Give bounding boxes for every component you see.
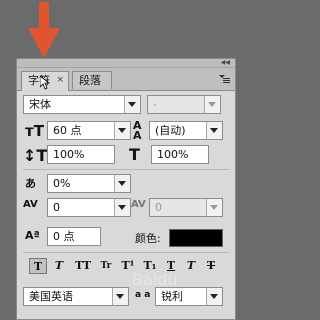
chevron-down-icon[interactable]	[206, 288, 222, 305]
horizontal-scale-icon: T	[129, 145, 140, 164]
tsume-value: 0%	[53, 177, 71, 190]
color-swatch[interactable]	[169, 229, 223, 247]
strikethrough-button[interactable]: T	[203, 258, 219, 274]
small-caps-button[interactable]: Tr	[97, 258, 115, 274]
chevron-down-icon[interactable]	[206, 199, 222, 216]
panel-menu-icon[interactable]	[218, 74, 230, 84]
tracking-select[interactable]: 0	[149, 198, 223, 217]
tab-paragraph[interactable]: 段落	[72, 71, 112, 89]
collapse-icon[interactable]: ◀◀	[221, 60, 230, 66]
all-caps-button[interactable]: TT	[73, 258, 93, 274]
chevron-down-icon[interactable]	[114, 122, 130, 139]
language-value: 美国英语	[29, 290, 73, 303]
tracking-value: 0	[155, 201, 162, 214]
character-panel: ◀◀ 字符 × 段落 宋体 - ᴛT 60 点 AA (自动) ↕T 100% …	[16, 58, 236, 320]
font-size-value: 60 点	[53, 124, 82, 137]
leading-icon: AA	[133, 119, 142, 142]
color-label: 颜色:	[135, 232, 161, 245]
faux-bold-button[interactable]: T	[29, 258, 47, 274]
vertical-scale-value: 100%	[53, 148, 85, 161]
baseline-shift-input[interactable]: 0 点	[47, 227, 101, 246]
divider	[23, 252, 229, 253]
font-family-value: 宋体	[29, 98, 51, 111]
baseline-shift-value: 0 点	[53, 230, 75, 243]
chevron-down-icon[interactable]	[112, 288, 128, 305]
antialias-icon: a a	[135, 290, 151, 300]
watermark: Baidu	[132, 270, 178, 289]
font-style-select[interactable]: -	[147, 95, 221, 114]
tab-paragraph-label: 段落	[79, 74, 101, 87]
divider	[23, 169, 229, 170]
panel-title-strip[interactable]: ◀◀	[17, 59, 235, 68]
kerning-icon: AV	[23, 199, 38, 210]
tracking-icon: AV	[131, 199, 146, 210]
font-size-select[interactable]: 60 点	[47, 121, 131, 140]
close-icon[interactable]: ×	[56, 72, 64, 89]
language-select[interactable]: 美国英语	[23, 287, 129, 306]
vertical-scale-icon: ↕T	[23, 146, 48, 165]
chevron-down-icon[interactable]	[114, 175, 130, 192]
leading-value: (自动)	[155, 124, 186, 137]
chevron-down-icon[interactable]	[114, 199, 130, 216]
chevron-down-icon[interactable]	[206, 122, 222, 139]
antialias-select[interactable]: 锐利	[155, 287, 223, 306]
horizontal-scale-input[interactable]: 100%	[151, 145, 209, 164]
font-style-value: -	[153, 98, 157, 111]
chevron-down-icon[interactable]	[204, 96, 220, 113]
vertical-scale-input[interactable]: 100%	[47, 145, 115, 164]
antialias-value: 锐利	[161, 290, 183, 303]
red-arrow-annotation	[28, 2, 60, 58]
leading-select[interactable]: (自动)	[149, 121, 223, 140]
kerning-value: 0	[53, 201, 60, 214]
tsume-select[interactable]: 0%	[47, 174, 131, 193]
kerning-select[interactable]: 0	[47, 198, 131, 217]
font-family-select[interactable]: 宋体	[23, 95, 141, 114]
baseline-shift-icon: Aª	[25, 229, 40, 242]
chevron-down-icon[interactable]	[124, 96, 140, 113]
font-size-icon: ᴛT	[25, 122, 44, 140]
horizontal-scale-value: 100%	[157, 148, 189, 161]
mouse-cursor-icon	[40, 76, 50, 90]
italic-button[interactable]: T	[183, 258, 199, 274]
tsume-icon: あ	[25, 177, 36, 190]
faux-italic-button[interactable]: T	[51, 258, 67, 274]
